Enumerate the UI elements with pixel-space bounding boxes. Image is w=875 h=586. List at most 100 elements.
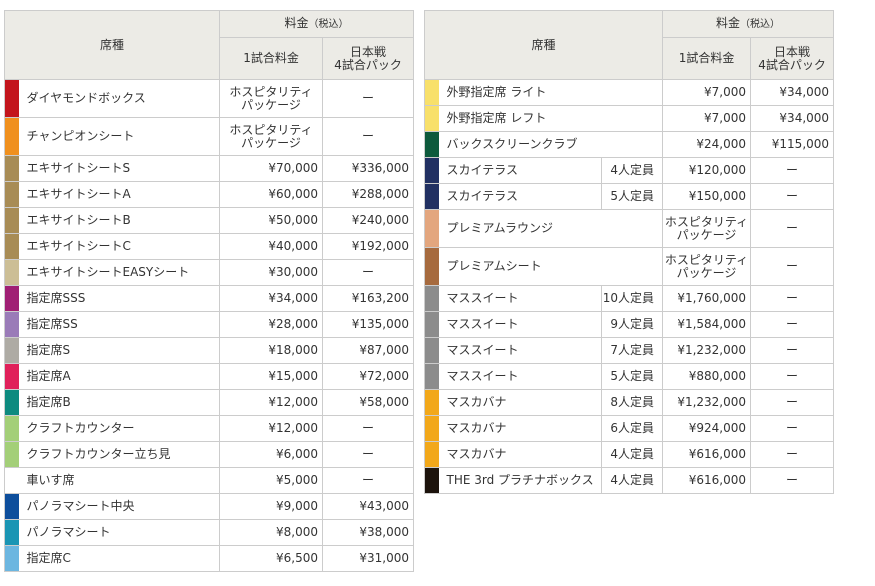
single-game-price: ¥616,000 — [662, 467, 752, 494]
single-game-price: ¥24,000 — [662, 131, 752, 158]
seat-color-swatch — [4, 493, 19, 520]
hospitality-line2: パッケージ — [241, 97, 301, 112]
single-game-price: ¥6,000 — [219, 441, 324, 468]
table-row: ダイヤモンドボックス ホスピタリティ パッケージー — [4, 79, 415, 118]
seat-color-swatch — [424, 441, 439, 468]
single-game-price: ¥1,232,000 — [662, 389, 752, 416]
hospitality-package-cell: ホスピタリティ パッケージ — [662, 209, 752, 248]
hospitality-line2: パッケージ — [676, 227, 737, 242]
hospitality-line2: パッケージ — [676, 265, 737, 280]
single-game-price: ¥9,000 — [219, 493, 324, 520]
capacity: 10人定員 — [600, 285, 664, 312]
single-game-price: ¥616,000 — [662, 441, 752, 468]
seat-name: エキサイトシートC — [18, 233, 221, 260]
table-row: エキサイトシートS ¥70,000 ¥336,000 — [4, 155, 415, 182]
seat-name: マススイート — [438, 337, 602, 364]
seat-color-swatch — [424, 209, 439, 248]
single-game-price: ¥5,000 — [219, 467, 324, 494]
series-pack-price: ー — [322, 259, 415, 286]
hospitality-package-cell: ホスピタリティ パッケージ — [219, 117, 324, 156]
seat-name: バックスクリーンクラブ — [438, 131, 664, 158]
fee-header: 料金（税込） — [662, 10, 835, 38]
series-pack-price: ¥192,000 — [322, 233, 415, 260]
seat-name: パノラマシート中央 — [18, 493, 221, 520]
seat-color-swatch — [4, 363, 19, 390]
table-row: 外野指定席 ライト ¥7,000 ¥34,000 — [424, 79, 835, 106]
seat-name: 指定席SS — [18, 311, 221, 338]
seat-color-swatch — [424, 311, 439, 338]
table-row: 指定席SS ¥28,000 ¥135,000 — [4, 311, 415, 338]
left-price-table: 席種 料金（税込） 1試合料金 日本戦 4試合パック ダイヤモンドボックス ホスピタ… — [3, 10, 415, 572]
series-pack-price: ¥240,000 — [322, 207, 415, 234]
series-pack-price: ¥336,000 — [322, 155, 415, 182]
table-row: エキサイトシートC ¥40,000 ¥192,000 — [4, 233, 415, 260]
single-game-price: ¥50,000 — [219, 207, 324, 234]
seat-color-swatch — [4, 155, 19, 182]
seat-color-swatch — [4, 441, 19, 468]
table-row: 指定席B ¥12,000 ¥58,000 — [4, 389, 415, 416]
seat-name: マスカバナ — [438, 441, 602, 468]
series-pack-price: ¥58,000 — [322, 389, 415, 416]
seat-name: マスカバナ — [438, 389, 602, 416]
single-game-header: 1試合料金 — [662, 37, 752, 80]
hospitality-line2: パッケージ — [241, 135, 301, 150]
seat-color-swatch — [424, 183, 439, 210]
seat-name: チャンピオンシート — [18, 117, 221, 156]
single-game-price: ¥1,584,000 — [662, 311, 752, 338]
table-row: マススイート 5人定員 ¥880,000 ー — [424, 363, 835, 390]
table-row: マスカバナ 4人定員 ¥616,000 ー — [424, 441, 835, 468]
series-pack-price: ¥43,000 — [322, 493, 415, 520]
single-game-price: ¥15,000 — [219, 363, 324, 390]
table-row: マススイート 10人定員 ¥1,760,000 ー — [424, 285, 835, 312]
series-pack-price: ー — [322, 467, 415, 494]
seat-color-swatch — [424, 285, 439, 312]
single-game-price: ¥7,000 — [662, 79, 752, 106]
seat-name: エキサイトシートS — [18, 155, 221, 182]
series-pack-price: ー — [322, 79, 415, 118]
seat-name: 外野指定席 レフト — [438, 105, 664, 132]
series-pack-price: ー — [750, 247, 835, 286]
series-pack-price: ー — [750, 209, 835, 248]
single-game-price: ¥30,000 — [219, 259, 324, 286]
single-game-price: ¥8,000 — [219, 519, 324, 546]
table-row: クラフトカウンター立ち見 ¥6,000 ー — [4, 441, 415, 468]
table-row: マススイート 9人定員 ¥1,584,000 ー — [424, 311, 835, 338]
seat-color-swatch — [424, 157, 439, 184]
series-pack-price: ー — [322, 117, 415, 156]
series-pack-price: ¥163,200 — [322, 285, 415, 312]
series-pack-price: ¥72,000 — [322, 363, 415, 390]
seat-color-swatch — [424, 389, 439, 416]
series-pack-price: ¥135,000 — [322, 311, 415, 338]
table-row: スカイテラス 4人定員 ¥120,000 ー — [424, 157, 835, 184]
series-pack-price: ー — [750, 441, 835, 468]
seat-color-swatch — [4, 545, 19, 572]
capacity: 6人定員 — [600, 415, 664, 442]
single-game-price: ¥18,000 — [219, 337, 324, 364]
single-game-price: ¥12,000 — [219, 389, 324, 416]
table-row: 指定席C ¥6,500 ¥31,000 — [4, 545, 415, 572]
seat-color-swatch — [4, 285, 19, 312]
table-row: 車いす席 ¥5,000 ー — [4, 467, 415, 494]
table-row: チャンピオンシート ホスピタリティ パッケージー — [4, 117, 415, 156]
single-game-price: ¥34,000 — [219, 285, 324, 312]
table-row: 指定席A ¥15,000 ¥72,000 — [4, 363, 415, 390]
seat-name: 指定席A — [18, 363, 221, 390]
seat-name: マススイート — [438, 285, 602, 312]
capacity: 8人定員 — [600, 389, 664, 416]
right-price-table: 席種 料金（税込） 1試合料金 日本戦 4試合パック 外野指定席 ライト ¥7,00… — [423, 10, 835, 494]
capacity: 5人定員 — [600, 183, 664, 210]
single-game-price: ¥12,000 — [219, 415, 324, 442]
single-game-price: ¥880,000 — [662, 363, 752, 390]
seat-color-swatch — [4, 415, 19, 442]
single-game-price: ¥924,000 — [662, 415, 752, 442]
seat-name: 指定席B — [18, 389, 221, 416]
seat-name: ダイヤモンドボックス — [18, 79, 221, 118]
seat-color-swatch — [424, 131, 439, 158]
seat-color-swatch — [4, 181, 19, 208]
single-game-price: ¥7,000 — [662, 105, 752, 132]
single-game-price: ¥28,000 — [219, 311, 324, 338]
series-pack-price: ¥87,000 — [322, 337, 415, 364]
single-game-price: ¥120,000 — [662, 157, 752, 184]
series-pack-header: 日本戦 4試合パック — [750, 37, 835, 80]
single-game-price: ¥6,500 — [219, 545, 324, 572]
